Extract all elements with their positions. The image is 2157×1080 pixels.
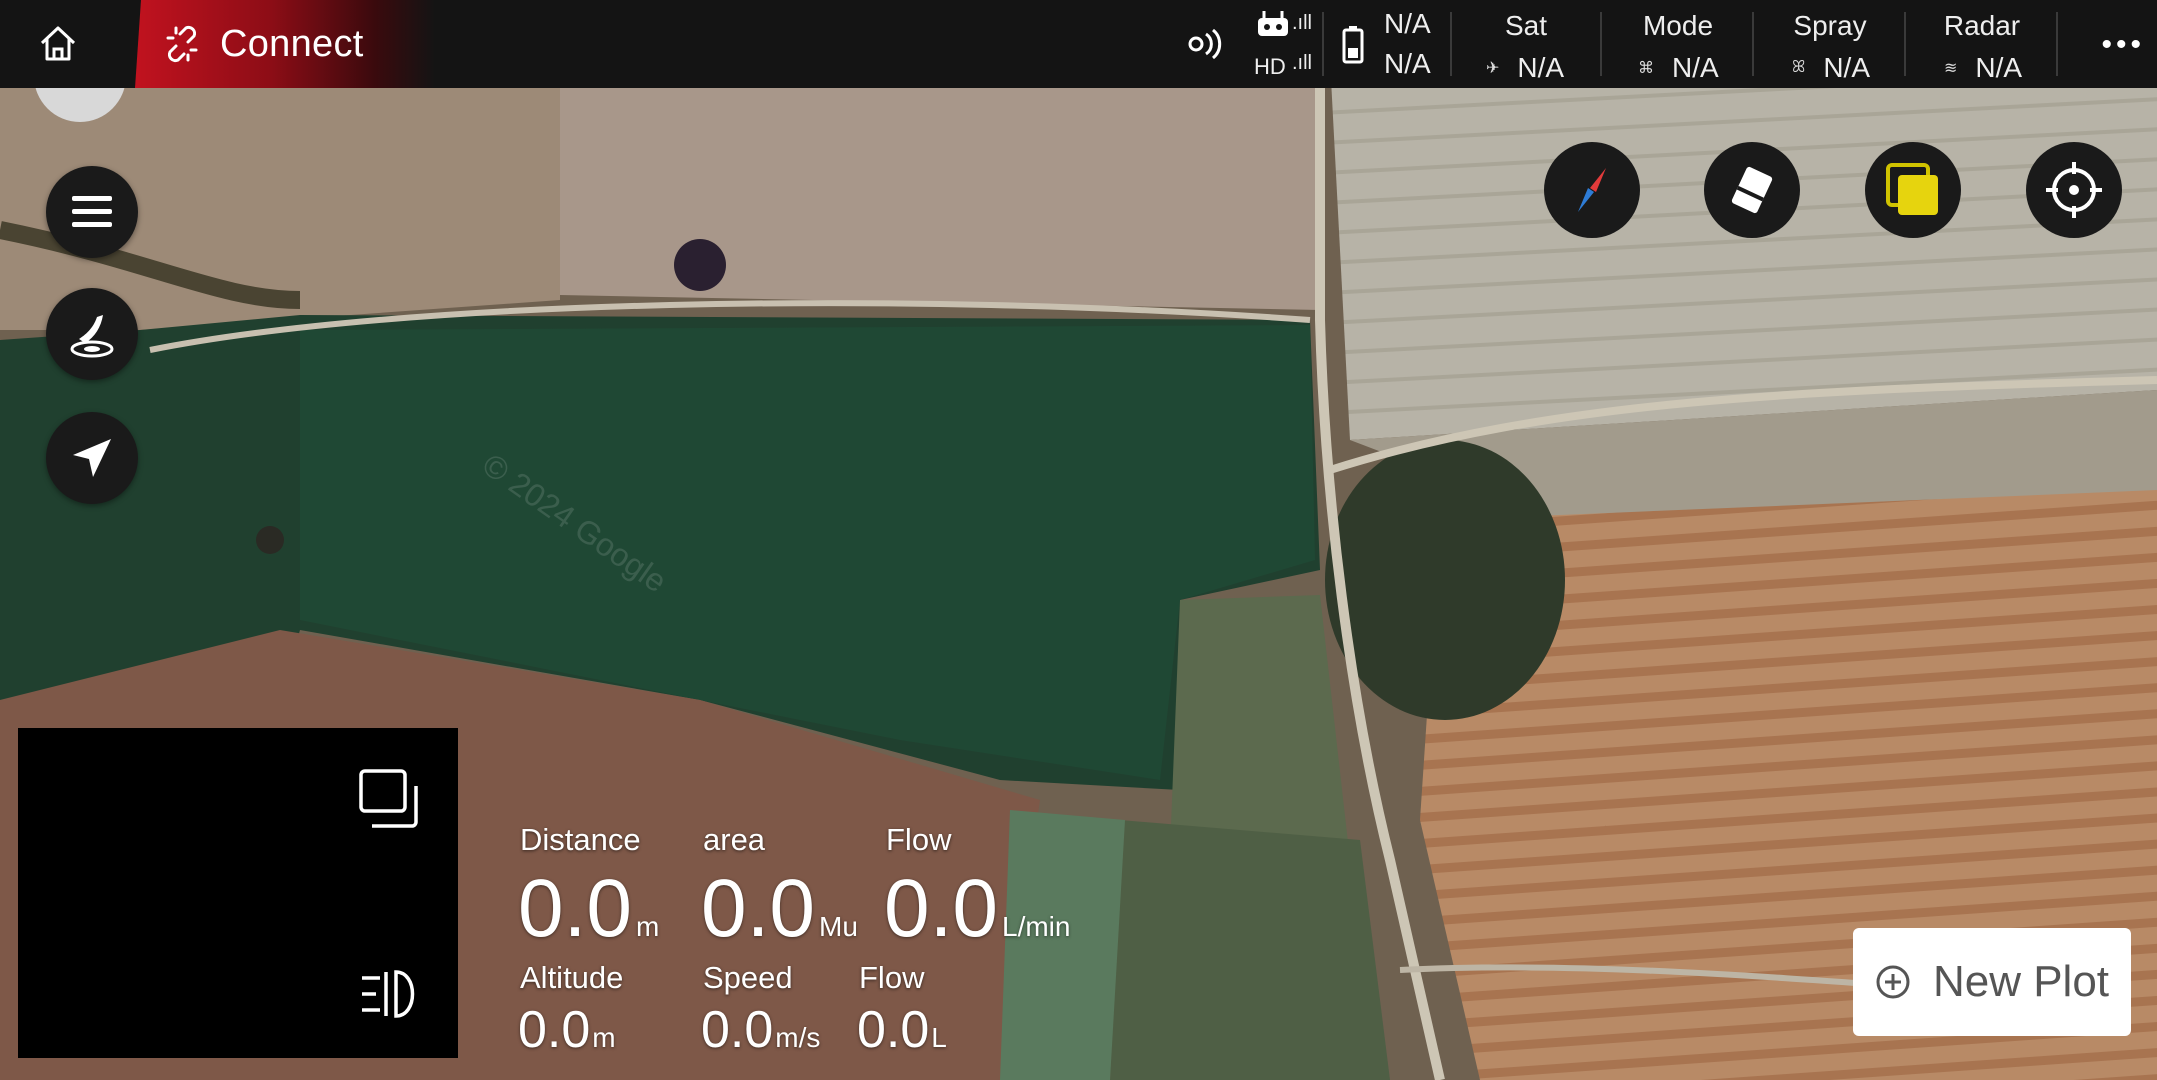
controller-signal-bars: .ıll [1292,12,1312,34]
altitude-unit: m [592,1022,616,1053]
speed-unit: m/s [775,1022,821,1053]
divider [1322,12,1324,76]
divider [1752,12,1754,76]
battery-value-bottom: N/A [1384,48,1431,79]
flow-total-unit: L [931,1022,947,1053]
new-plot-label: New Plot [1932,957,2110,1006]
locate-button[interactable] [2026,142,2122,238]
satellite-icon: ✈ [1486,60,1500,77]
takeoff-button[interactable] [46,288,138,380]
crosshair-locate-icon [2046,162,2102,218]
area-label: area [703,822,766,857]
mode-value: N/A [1672,52,1719,83]
headlight-button[interactable] [356,964,428,1024]
divider [1904,12,1906,76]
more-menu-button[interactable]: ••• [2101,28,2145,62]
top-status-bar: Connect .ıll HD .ıll N/A N/A Sat ✈ N/A M… [0,0,2157,88]
new-plot-button[interactable]: New Plot [1853,928,2131,1036]
radar-label: Radar [1943,10,2021,41]
flow-total-value: 0.0 [857,1001,930,1059]
connect-label: Connect [220,22,364,65]
speed-readout: 0.0m/s [701,1004,820,1056]
area-readout: 0.0 Mu [701,868,858,950]
broken-link-icon [166,25,198,63]
flow-rate-label: Flow [886,822,952,857]
distance-label: Distance [520,822,641,857]
map-layer-button[interactable] [1865,142,1961,238]
hamburger-menu-icon [72,196,112,227]
battery-icon [1342,26,1364,64]
spray-icon: ꕤ [1792,59,1806,76]
home-button[interactable] [30,18,86,70]
sat-value: N/A [1517,52,1565,83]
hd-signal-bars: .ıll [1292,52,1312,74]
camera-preview[interactable] [18,728,458,1058]
altitude-value: 0.0 [518,1001,591,1059]
home-icon [40,26,76,61]
area-value: 0.0 [701,863,815,954]
sat-label: Sat [1504,10,1548,41]
remote-controller-icon [1258,11,1288,36]
headlight-icon [362,970,415,1018]
mode-label: Mode [1642,10,1714,41]
divider [1450,12,1452,76]
battery-value-top: N/A [1384,8,1431,39]
navigation-arrow-icon [73,439,111,477]
flow-rate-unit: L/min [1002,911,1071,942]
radar-icon: ≋ [1944,60,1958,77]
area-unit: Mu [819,911,858,942]
radar-status: ≋ N/A [1944,52,2022,84]
flow-rate-value: 0.0 [884,863,998,954]
eraser-button[interactable] [1704,142,1800,238]
divider [1600,12,1602,76]
compass-icon [1578,168,1606,212]
distance-value: 0.0 [518,863,632,954]
distance-readout: 0.0 m [518,868,659,950]
divider [2056,12,2058,76]
radar-value: N/A [1975,52,2023,83]
menu-button[interactable] [46,166,138,258]
speed-value: 0.0 [701,1001,774,1059]
connect-button[interactable]: Connect [162,18,364,70]
flow-rate-readout: 0.0 L/min [884,868,1070,950]
swap-view-button[interactable] [358,768,420,830]
spray-status: ꕤ N/A [1792,52,1870,84]
drone-icon: ⌘ [1638,60,1654,77]
mode-status: ⌘ N/A [1638,52,1719,84]
flow-total-readout: 0.0L [857,1004,947,1056]
compass-button[interactable] [1544,142,1640,238]
navigate-button[interactable] [46,412,138,504]
add-circle-icon [1876,965,1910,999]
flow-total-label: Flow [859,960,925,995]
takeoff-landing-icon [70,315,114,358]
distance-unit: m [636,911,660,942]
hd-label: HD [1254,54,1286,79]
swap-view-icon [359,769,418,828]
sat-status: ✈ N/A [1486,52,1564,84]
wireless-signal-icon [1188,28,1222,60]
altitude-readout: 0.0m [518,1004,616,1056]
eraser-icon [1731,166,1773,214]
speed-label: Speed [703,960,793,995]
spray-value: N/A [1823,52,1870,83]
layers-icon [1886,163,1938,215]
altitude-label: Altitude [520,960,624,995]
spray-label: Spray [1793,10,1867,41]
